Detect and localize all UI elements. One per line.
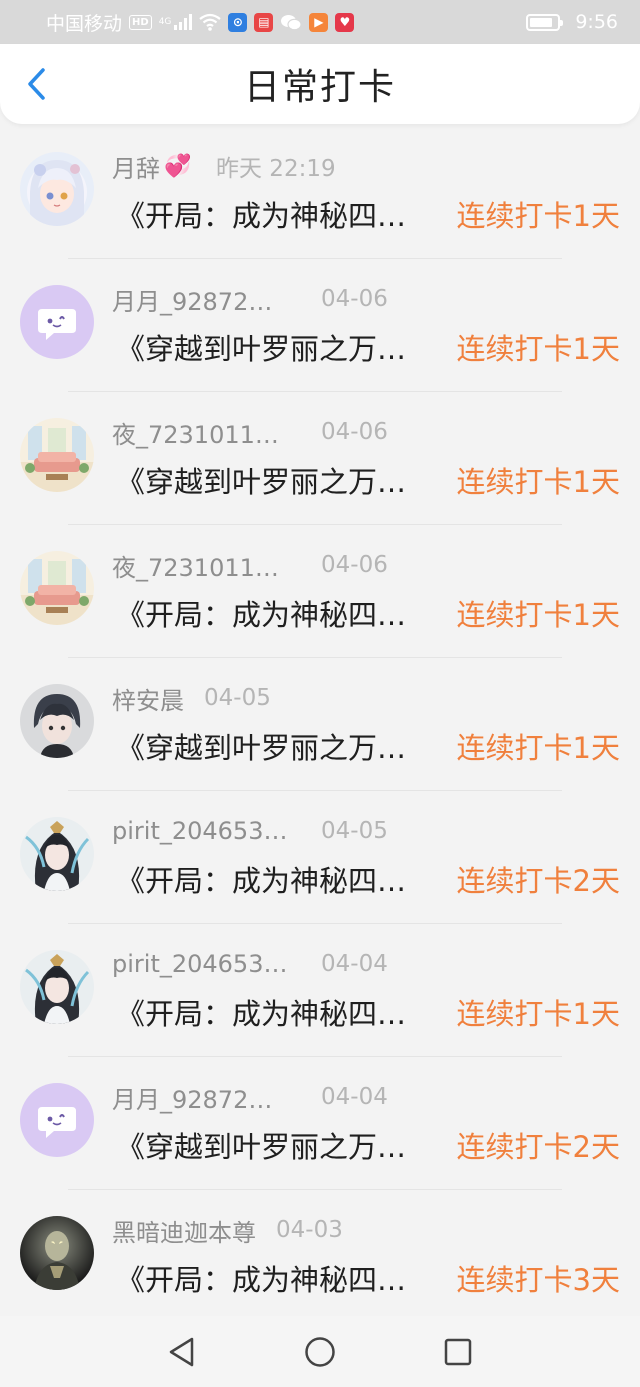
status-right: 9:56	[526, 11, 618, 33]
clock: 9:56	[575, 11, 618, 33]
username: 梓安晨	[112, 682, 184, 715]
streak-label: 连续打卡3天	[456, 1263, 620, 1297]
username-text: pirit_204653…	[112, 950, 288, 978]
checkin-time: 04-05	[204, 685, 271, 711]
streak-label: 连续打卡1天	[456, 731, 620, 765]
network-label: 4G	[158, 16, 172, 27]
avatar[interactable]	[20, 1083, 94, 1157]
app-notification-icon: ⊙	[228, 12, 248, 32]
square-recents-icon	[444, 1338, 472, 1365]
username: 黑暗迪迦本尊	[112, 1214, 256, 1247]
book-title[interactable]: 《开局：成为神秘四…	[116, 859, 406, 899]
checkin-time: 04-03	[276, 1217, 343, 1243]
app-notification-icon: ▤	[254, 12, 274, 32]
list-item[interactable]: pirit_204653… 04-04 《开局：成为神秘四… 连续打卡1天	[0, 924, 640, 1057]
checkin-time: 04-06	[321, 286, 388, 312]
username: 月辞 💞	[112, 150, 192, 183]
circle-home-icon	[305, 1336, 335, 1367]
book-title[interactable]: 《开局：成为神秘四…	[116, 593, 406, 633]
streak-label: 连续打卡1天	[456, 332, 620, 366]
username-text: 夜_7231011…	[112, 553, 279, 582]
carrier-label: 中国移动	[46, 12, 123, 35]
username: 夜_7231011…	[112, 416, 279, 449]
streak-label: 连续打卡1天	[456, 199, 620, 233]
signal-icon	[174, 14, 193, 30]
username-text: 月月_92872…	[112, 1085, 273, 1114]
username-text: 月月_92872…	[112, 287, 273, 316]
username: 月月_92872…	[112, 1081, 273, 1114]
avatar[interactable]	[20, 950, 94, 1024]
header: 日常打卡	[0, 44, 640, 124]
app-notification-icon: ♥	[335, 12, 355, 32]
checkin-time: 04-05	[321, 818, 388, 844]
list-item[interactable]: 月月_92872… 04-04 《穿越到叶罗丽之万… 连续打卡2天	[0, 1057, 640, 1190]
username-text: 黑暗迪迦本尊	[112, 1218, 256, 1247]
streak-label: 连续打卡1天	[456, 997, 620, 1031]
avatar[interactable]	[20, 684, 94, 758]
username: 月月_92872…	[112, 283, 273, 316]
avatar[interactable]	[20, 1216, 94, 1290]
avatar[interactable]	[20, 551, 94, 625]
status-left: 中国移动 HD 4G ⊙ ▤ ▶ ♥	[46, 9, 355, 36]
list-item[interactable]: 月月_92872… 04-06 《穿越到叶罗丽之万… 连续打卡1天	[0, 259, 640, 392]
avatar[interactable]	[20, 418, 94, 492]
username: 夜_7231011…	[112, 549, 279, 582]
avatar[interactable]	[20, 152, 94, 226]
status-bar: 中国移动 HD 4G ⊙ ▤ ▶ ♥ 9:56	[0, 0, 640, 44]
list-item[interactable]: 月辞 💞 昨天 22:19 《开局：成为神秘四… 连续打卡1天	[0, 126, 640, 259]
battery-icon	[526, 13, 564, 31]
checkin-time: 04-06	[321, 419, 388, 445]
streak-label: 连续打卡1天	[456, 598, 620, 632]
hearts-emoji-icon: 💞	[164, 153, 192, 179]
wifi-icon	[199, 13, 222, 31]
checkin-time: 04-04	[321, 951, 388, 977]
book-title[interactable]: 《开局：成为神秘四…	[116, 1258, 406, 1298]
username-text: 月辞	[112, 154, 160, 183]
book-title[interactable]: 《穿越到叶罗丽之万…	[116, 327, 406, 367]
nav-recents-button[interactable]	[438, 1332, 478, 1372]
checkin-time: 昨天 22:19	[216, 156, 336, 182]
streak-label: 连续打卡2天	[456, 1130, 620, 1164]
book-title[interactable]: 《开局：成为神秘四…	[116, 194, 406, 234]
system-nav-bar	[0, 1316, 640, 1387]
page-title: 日常打卡	[243, 67, 396, 108]
username-text: pirit_204653…	[112, 817, 288, 845]
username-text: 夜_7231011…	[112, 420, 279, 449]
avatar[interactable]	[20, 285, 94, 359]
checkin-list: 月辞 💞 昨天 22:19 《开局：成为神秘四… 连续打卡1天 月月_92872… 04-…	[0, 126, 640, 1316]
app-notification-icon: ▶	[309, 12, 329, 32]
nav-back-button[interactable]	[162, 1332, 202, 1372]
list-item[interactable]: 黑暗迪迦本尊 04-03 《开局：成为神秘四… 连续打卡3天	[0, 1190, 640, 1316]
avatar[interactable]	[20, 817, 94, 891]
nav-home-button[interactable]	[300, 1332, 340, 1372]
triangle-back-icon	[169, 1337, 194, 1366]
username: pirit_204653…	[112, 948, 287, 980]
list-item[interactable]: 夜_7231011… 04-06 《开局：成为神秘四… 连续打卡1天	[0, 525, 640, 658]
book-title[interactable]: 《穿越到叶罗丽之万…	[116, 460, 406, 500]
streak-label: 连续打卡1天	[456, 465, 620, 499]
book-title[interactable]: 《穿越到叶罗丽之万…	[116, 726, 406, 766]
username-text: 梓安晨	[112, 686, 184, 715]
book-title[interactable]: 《开局：成为神秘四…	[116, 992, 406, 1032]
list-item[interactable]: 梓安晨 04-05 《穿越到叶罗丽之万… 连续打卡1天	[0, 658, 640, 791]
list-item[interactable]: pirit_204653… 04-05 《开局：成为神秘四… 连续打卡2天	[0, 791, 640, 924]
book-title[interactable]: 《穿越到叶罗丽之万…	[116, 1125, 406, 1165]
checkin-time: 04-04	[321, 1084, 388, 1110]
list-item[interactable]: 夜_7231011… 04-06 《穿越到叶罗丽之万… 连续打卡1天	[0, 392, 640, 525]
streak-label: 连续打卡2天	[456, 864, 620, 898]
hd-badge: HD	[129, 14, 152, 30]
wechat-icon	[281, 14, 302, 30]
username: pirit_204653…	[112, 815, 287, 847]
checkin-time: 04-06	[321, 552, 388, 578]
